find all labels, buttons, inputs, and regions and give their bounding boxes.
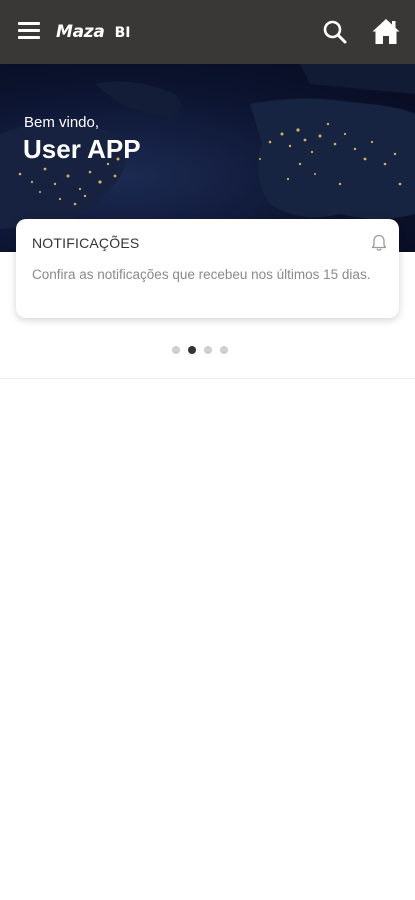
- carousel-dot[interactable]: [203, 346, 212, 354]
- carousel-dot[interactable]: [219, 346, 228, 354]
- hamburger-menu-icon[interactable]: [18, 22, 40, 42]
- section-divider: [0, 378, 415, 379]
- carousel-dot-active[interactable]: [187, 346, 196, 354]
- app-logo: Maza BI: [56, 22, 130, 42]
- home-icon[interactable]: [371, 17, 401, 45]
- bell-icon: [371, 234, 387, 252]
- logo-sub-text: BI: [114, 25, 131, 41]
- notifications-card[interactable]: NOTIFICAÇÕES Confira as notificações que…: [16, 219, 399, 318]
- username-heading: User APP: [23, 134, 141, 164]
- top-app-bar: Maza BI: [0, 0, 415, 64]
- card-description: Confira as notificações que recebeu nos …: [32, 267, 371, 282]
- card-title: NOTIFICAÇÕES: [32, 235, 140, 251]
- carousel-indicator: [0, 346, 415, 354]
- search-icon[interactable]: [322, 19, 348, 45]
- logo-main-text: Maza: [56, 22, 105, 42]
- carousel-dot[interactable]: [171, 346, 180, 354]
- welcome-text: Bem vindo,: [24, 114, 100, 131]
